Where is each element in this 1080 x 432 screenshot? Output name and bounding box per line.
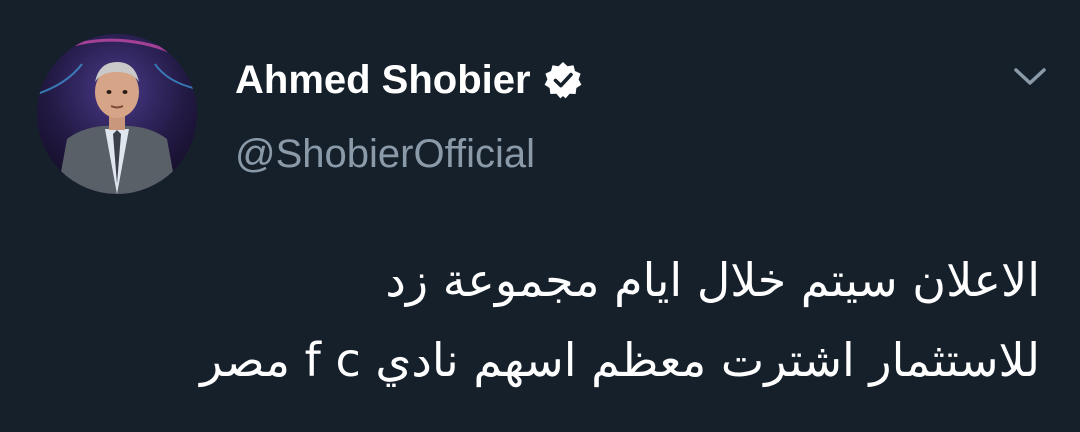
tweet-card: Ahmed Shobier @ShobierOfficial الاعلان س… (0, 0, 1080, 432)
author-display-name[interactable]: Ahmed Shobier (235, 52, 531, 108)
author-handle[interactable]: @ShobierOfficial (235, 130, 535, 178)
tweet-text-line: للاستثمار اشترت معظم اسهم نادي f c مصر (200, 333, 1040, 387)
chevron-down-icon[interactable] (1012, 62, 1048, 90)
tweet-text: الاعلان سيتم خلال ايام مجموعة زد للاستثم… (30, 240, 1040, 400)
tweet-text-line: الاعلان سيتم خلال ايام مجموعة زد (385, 253, 1040, 307)
author-avatar[interactable] (37, 34, 197, 194)
author-name-row[interactable]: Ahmed Shobier (235, 52, 583, 108)
verified-badge-icon (544, 62, 581, 99)
profile-photo (37, 34, 197, 194)
